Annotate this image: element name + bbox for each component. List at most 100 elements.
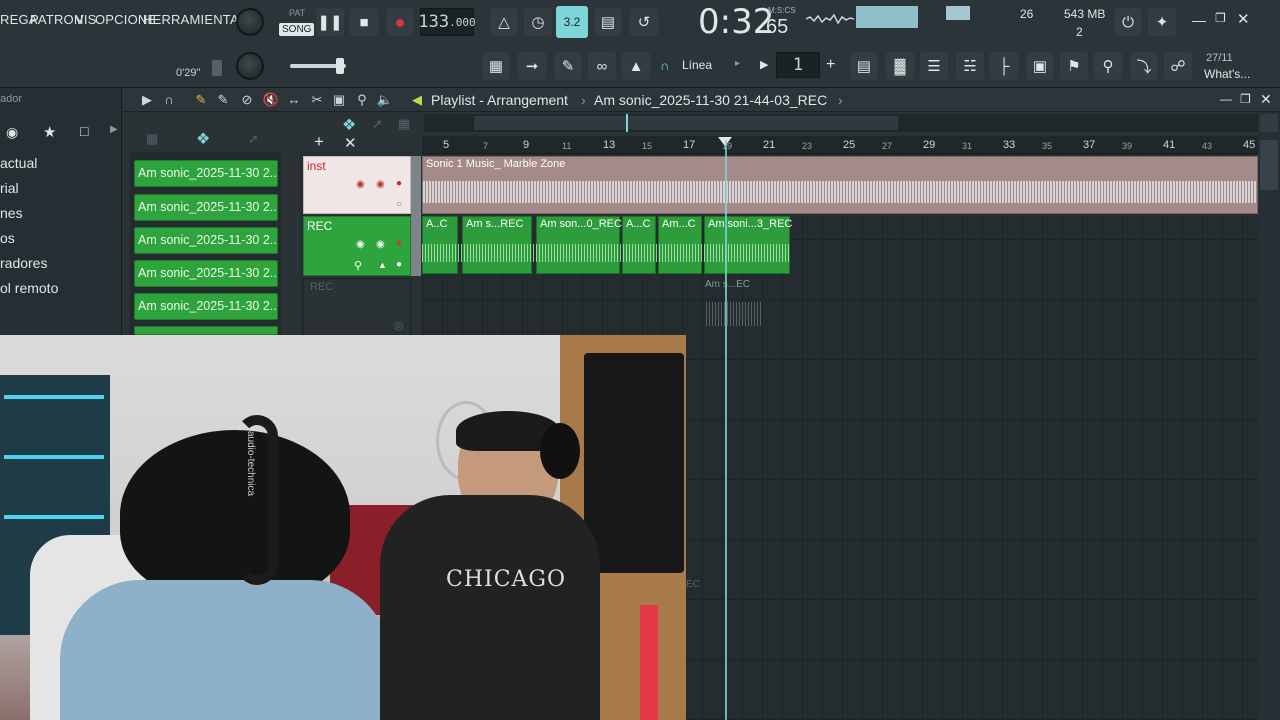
browser-item-control-remoto[interactable]: ol remoto xyxy=(0,280,58,296)
timeline-ruler[interactable] xyxy=(422,136,1258,154)
close-icon[interactable]: ✕ xyxy=(1237,10,1250,28)
arrow-down-icon[interactable]: ⤵ xyxy=(1130,52,1158,80)
track-status-icon[interactable]: ● xyxy=(396,259,402,270)
select-icon[interactable]: ▣ xyxy=(330,92,348,108)
picker-piano-icon[interactable]: ▦ xyxy=(146,131,158,147)
browser-item-os[interactable]: os xyxy=(0,230,15,246)
browser-item-tutorial[interactable]: rial xyxy=(0,180,19,196)
pat-mode-label[interactable]: PAT xyxy=(289,8,305,18)
remove-track-icon[interactable]: ✕ xyxy=(344,134,357,152)
track-name-inst[interactable]: inst xyxy=(307,159,326,173)
magnet-icon[interactable]: ∩ xyxy=(160,92,178,108)
pattern-item[interactable]: Am sonic_2025-11-30 2... xyxy=(134,194,278,221)
tree-icon[interactable]: ├ xyxy=(990,52,1018,80)
headphone-icon[interactable]: ◉ xyxy=(376,179,385,190)
pattern-item[interactable]: Am sonic_2025-11-30 2... xyxy=(134,260,278,287)
browser-item-nes[interactable]: nes xyxy=(0,205,23,221)
browser-more-icon[interactable]: ▶ xyxy=(110,124,118,135)
link-icon[interactable]: ∞ xyxy=(588,52,616,80)
headphone-icon[interactable]: ◉ xyxy=(376,239,385,250)
microphone-icon[interactable]: ⚲ xyxy=(354,259,362,272)
pause-button[interactable]: ❚❚ xyxy=(316,8,344,36)
snap-value[interactable]: Línea xyxy=(682,58,712,72)
globe-icon[interactable]: ◉ xyxy=(6,124,18,141)
master-pitch-slider-handle[interactable] xyxy=(336,58,344,74)
menu-tools[interactable]: HERRAMIENTA xyxy=(143,12,239,27)
speaker-icon[interactable]: ◉ xyxy=(356,239,365,250)
restore-icon[interactable]: ❐ xyxy=(1215,11,1226,25)
countdown-icon[interactable]: 3.2 xyxy=(556,6,588,38)
audio-track-icon[interactable]: ❖ xyxy=(342,115,356,135)
playlist-minimize-icon[interactable]: — xyxy=(1220,92,1232,106)
track-status-icon[interactable]: ◎ xyxy=(394,319,404,332)
vertical-scrollbar-thumb[interactable] xyxy=(1260,140,1278,190)
track-header-rec-2[interactable]: REC ◎ xyxy=(303,278,411,336)
pattern-item[interactable]: Am sonic_2025-11-30 2... xyxy=(134,293,278,320)
channel-rack-icon[interactable]: ☰ xyxy=(920,52,948,80)
stamp-icon[interactable]: ▲ xyxy=(622,52,650,80)
playlist-close-icon[interactable]: ✕ xyxy=(1260,91,1272,108)
slice-icon[interactable]: ✂ xyxy=(308,92,326,108)
pattern-item[interactable]: Am sonic_2025-11-30 2... xyxy=(134,227,278,254)
vertical-scrollbar[interactable] xyxy=(1258,112,1280,720)
paint-icon[interactable]: ✎ xyxy=(214,92,232,108)
track-header-inst[interactable]: inst ◉ ◉ ● ○ xyxy=(303,156,411,214)
playlist-icon[interactable]: ▤ xyxy=(850,52,878,80)
file-icon[interactable]: ▣ xyxy=(1026,52,1054,80)
speaker-icon[interactable]: ◉ xyxy=(356,179,365,190)
mute-icon[interactable]: 🔇 xyxy=(262,92,280,108)
folder-add-icon[interactable]: □ xyxy=(80,123,88,139)
tempo-display[interactable]: 133.000 xyxy=(418,8,476,36)
pattern-prev-icon[interactable]: ▶ xyxy=(760,58,768,71)
audio-clip-inst[interactable]: Sonic 1 Music_ Marble Zone xyxy=(422,156,1258,214)
breadcrumb[interactable]: Am sonic_2025-11-30 21-44-03_REC xyxy=(594,92,827,108)
arrow-up-icon[interactable]: ▲ xyxy=(378,260,387,270)
pencil-icon[interactable]: ✎ xyxy=(192,92,210,108)
metronome-icon[interactable]: △ xyxy=(490,8,518,36)
add-track-icon[interactable]: + xyxy=(314,132,324,152)
tools-icon[interactable]: ✦ xyxy=(1148,8,1176,36)
snap-dropdown-icon[interactable]: ▸ xyxy=(735,58,740,69)
record-button[interactable]: ● xyxy=(386,8,414,36)
record-arm-icon[interactable]: ● xyxy=(396,238,402,249)
pattern-track-icon[interactable]: ▦ xyxy=(398,116,410,132)
automation-track-icon[interactable]: ➚ xyxy=(372,116,383,132)
arrow-right-icon[interactable]: ➞ xyxy=(518,52,546,80)
slip-icon[interactable]: ↔ xyxy=(285,92,303,108)
pattern-item[interactable]: Am sonic_2025-11-30 2... xyxy=(134,160,278,187)
magnet-icon[interactable]: ∩ xyxy=(660,58,669,73)
playhead[interactable] xyxy=(725,140,727,720)
news-link[interactable]: What's... xyxy=(1204,67,1250,81)
scroll-arrow-icon[interactable] xyxy=(1260,114,1278,132)
browser-item-actual[interactable]: actual xyxy=(0,155,37,171)
playlist-menu-icon[interactable]: ▶ xyxy=(138,92,156,108)
wait-for-input-icon[interactable]: ◷ xyxy=(524,8,552,36)
pattern-selector[interactable]: 1 xyxy=(776,52,820,78)
breadcrumb-more-icon[interactable]: › xyxy=(838,92,843,108)
pattern-item-partial[interactable] xyxy=(134,326,278,335)
song-mode-button[interactable]: SONG xyxy=(279,23,315,36)
add-pattern-icon[interactable]: + xyxy=(826,56,835,74)
track-resize-handle[interactable] xyxy=(411,156,421,276)
browser-item-generadores[interactable]: radores xyxy=(0,255,47,271)
brush-icon[interactable]: ✎ xyxy=(554,52,582,80)
track-header-rec[interactable]: REC ◉ ◉ ● ⚲ ▲ ● xyxy=(303,216,411,276)
picker-audio-icon[interactable]: ❖ xyxy=(196,129,210,149)
step-edit-icon[interactable]: ▤ xyxy=(594,8,622,36)
plugin-icon[interactable]: ⚑ xyxy=(1060,52,1088,80)
mic-stand-icon[interactable]: ⚲ xyxy=(1094,52,1122,80)
track-status-icon[interactable]: ○ xyxy=(396,199,402,210)
piano-icon[interactable]: ▦ xyxy=(482,52,510,80)
menu-view[interactable]: VIS xyxy=(75,12,97,27)
panic-icon[interactable]: ⏻ xyxy=(1114,8,1142,36)
loop-record-icon[interactable]: ↺ xyxy=(630,8,658,36)
playlist-restore-icon[interactable]: ❐ xyxy=(1240,92,1251,106)
picker-automation-icon[interactable]: ➚ xyxy=(248,131,259,147)
mixer-icon[interactable]: ☵ xyxy=(956,52,984,80)
minimize-icon[interactable]: — xyxy=(1192,12,1206,28)
main-volume-knob[interactable] xyxy=(236,8,264,36)
main-pitch-knob[interactable] xyxy=(236,52,264,80)
overview-window[interactable] xyxy=(474,116,898,130)
cart-icon[interactable]: ☍ xyxy=(1164,52,1192,80)
ghost-clip-title[interactable]: Am s...EC xyxy=(705,279,750,290)
